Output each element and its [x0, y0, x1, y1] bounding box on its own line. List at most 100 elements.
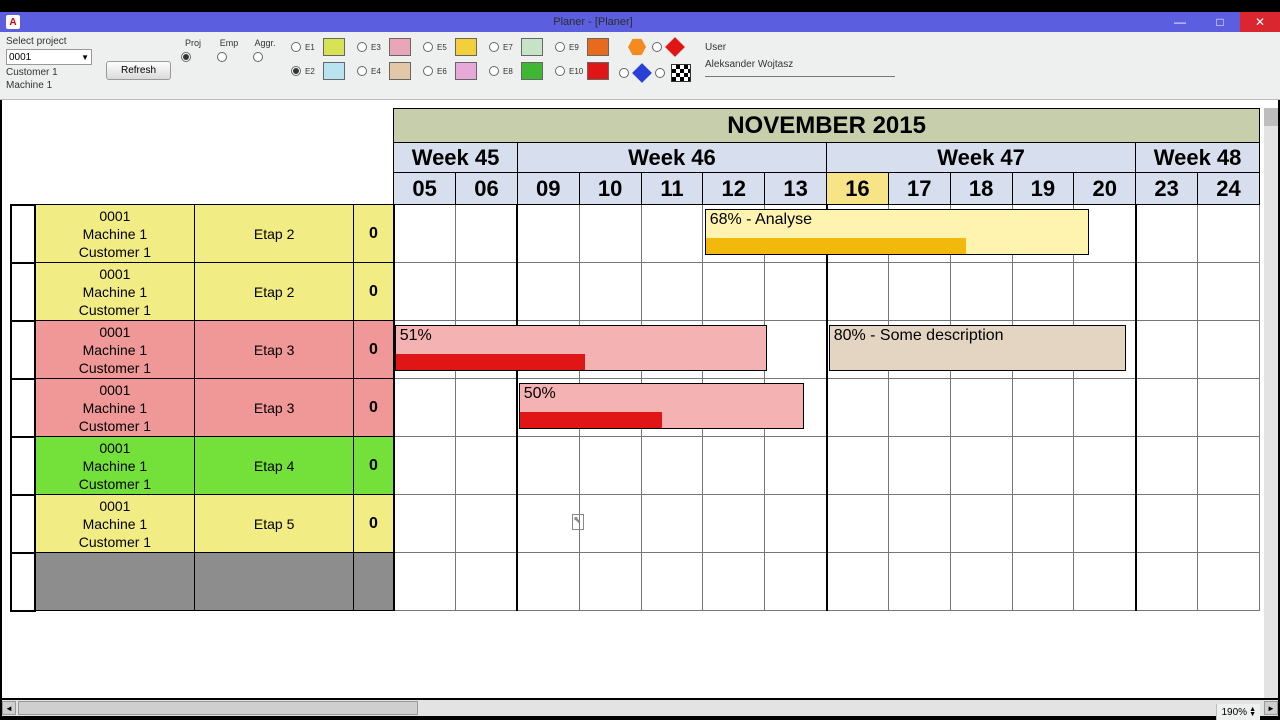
gantt-cell[interactable]	[950, 379, 1012, 437]
radio-shape2[interactable]	[619, 68, 629, 78]
gantt-cell[interactable]	[579, 263, 641, 321]
gantt-cell[interactable]	[1012, 205, 1074, 263]
gantt-cell[interactable]	[703, 321, 765, 379]
row-handle[interactable]	[11, 321, 35, 379]
row-handle[interactable]	[11, 205, 35, 263]
gantt-cell[interactable]: 51%80% - Some description	[394, 321, 456, 379]
row-handle[interactable]	[11, 379, 35, 437]
gantt-cell[interactable]	[950, 437, 1012, 495]
radio-e5[interactable]	[423, 42, 433, 52]
gantt-cell[interactable]	[703, 205, 765, 263]
gantt-cell[interactable]	[517, 437, 579, 495]
gantt-cell[interactable]	[888, 263, 950, 321]
gantt-cell[interactable]	[1074, 205, 1136, 263]
gantt-cell[interactable]	[456, 205, 518, 263]
radio-aggr[interactable]	[253, 52, 263, 62]
radio-proj[interactable]	[181, 52, 191, 62]
gantt-cell[interactable]	[456, 495, 518, 553]
day-header[interactable]: 10	[579, 173, 641, 205]
gantt-cell[interactable]	[517, 379, 579, 437]
day-header[interactable]: 12	[703, 173, 765, 205]
gantt-cell[interactable]	[394, 263, 456, 321]
gantt-cell[interactable]	[888, 321, 950, 379]
row-handle[interactable]	[11, 437, 35, 495]
gantt-cell[interactable]	[1012, 437, 1074, 495]
gantt-cell[interactable]	[641, 321, 703, 379]
gantt-cell[interactable]	[950, 321, 1012, 379]
gantt-cell[interactable]	[765, 495, 827, 553]
gantt-cell[interactable]: 50%	[394, 379, 456, 437]
gantt-cell[interactable]	[703, 379, 765, 437]
gantt-cell[interactable]	[888, 437, 950, 495]
zoom-indicator[interactable]: 190% ▲▼	[1216, 704, 1260, 720]
gantt-cell[interactable]	[1136, 205, 1198, 263]
gantt-cell[interactable]	[579, 205, 641, 263]
day-header[interactable]: 18	[950, 173, 1012, 205]
gantt-cell[interactable]	[827, 263, 889, 321]
vertical-scrollbar[interactable]	[1264, 108, 1278, 698]
gantt-cell[interactable]	[1012, 379, 1074, 437]
radio-e6[interactable]	[423, 66, 433, 76]
gantt-cell[interactable]	[703, 495, 765, 553]
gantt-cell[interactable]	[950, 263, 1012, 321]
gantt-cell[interactable]	[1012, 263, 1074, 321]
maximize-button[interactable]: □	[1200, 12, 1240, 32]
radio-e2[interactable]	[291, 66, 301, 76]
close-button[interactable]: ✕	[1240, 12, 1280, 32]
gantt-cell[interactable]	[1074, 437, 1136, 495]
gantt-cell[interactable]	[1198, 495, 1260, 553]
radio-e8[interactable]	[489, 66, 499, 76]
gantt-cell[interactable]	[765, 379, 827, 437]
radio-shape3[interactable]	[655, 68, 665, 78]
gantt-cell[interactable]	[1074, 379, 1136, 437]
gantt-cell[interactable]	[1136, 495, 1198, 553]
gantt-cell[interactable]	[703, 437, 765, 495]
gantt-cell[interactable]	[765, 263, 827, 321]
gantt-cell[interactable]	[950, 205, 1012, 263]
gantt-cell[interactable]	[517, 263, 579, 321]
gantt-cell[interactable]	[641, 205, 703, 263]
radio-e7[interactable]	[489, 42, 499, 52]
gantt-cell[interactable]	[765, 205, 827, 263]
radio-e1[interactable]	[291, 42, 301, 52]
gantt-cell[interactable]	[703, 263, 765, 321]
gantt-cell[interactable]	[456, 437, 518, 495]
scroll-right-button[interactable]: ►	[1264, 701, 1278, 715]
gantt-cell[interactable]	[579, 495, 641, 553]
gantt-cell[interactable]	[456, 379, 518, 437]
gantt-cell[interactable]	[827, 495, 889, 553]
refresh-button[interactable]: Refresh	[106, 61, 171, 80]
project-select[interactable]: 0001 ▼	[6, 49, 92, 65]
gantt-cell[interactable]	[517, 321, 579, 379]
day-header[interactable]: 19	[1012, 173, 1074, 205]
day-header[interactable]: 09	[517, 173, 579, 205]
gantt-cell[interactable]	[641, 437, 703, 495]
day-header[interactable]: 20	[1074, 173, 1136, 205]
radio-e4[interactable]	[357, 66, 367, 76]
gantt-cell[interactable]	[827, 379, 889, 437]
gantt-cell[interactable]	[1074, 321, 1136, 379]
gantt-cell[interactable]	[1198, 437, 1260, 495]
gantt-cell[interactable]	[456, 321, 518, 379]
radio-emp[interactable]	[217, 52, 227, 62]
day-header[interactable]: 17	[888, 173, 950, 205]
gantt-cell[interactable]	[1012, 321, 1074, 379]
day-header[interactable]: 05	[394, 173, 456, 205]
gantt-cell[interactable]	[394, 437, 456, 495]
gantt-cell[interactable]	[765, 437, 827, 495]
gantt-cell[interactable]: 68% - Analyse	[394, 205, 456, 263]
radio-e3[interactable]	[357, 42, 367, 52]
gantt-cell[interactable]	[394, 495, 456, 553]
gantt-cell[interactable]	[950, 495, 1012, 553]
gantt-cell[interactable]	[1136, 321, 1198, 379]
gantt-cell[interactable]	[827, 321, 889, 379]
radio-e9[interactable]	[555, 42, 565, 52]
gantt-cell[interactable]	[1136, 263, 1198, 321]
gantt-cell[interactable]	[827, 205, 889, 263]
gantt-cell[interactable]	[579, 379, 641, 437]
day-header[interactable]: 13	[765, 173, 827, 205]
gantt-cell[interactable]	[888, 205, 950, 263]
day-header[interactable]: 11	[641, 173, 703, 205]
gantt-cell[interactable]	[1198, 205, 1260, 263]
gantt-cell[interactable]	[1012, 495, 1074, 553]
